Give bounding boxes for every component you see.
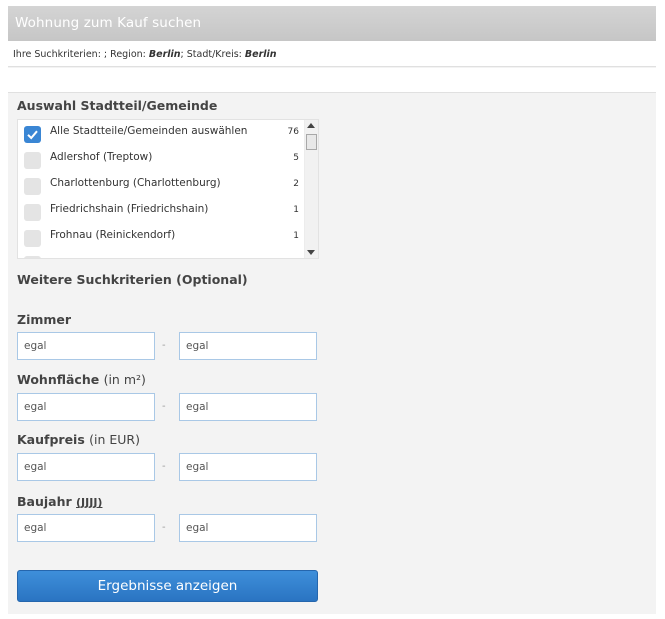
optional-section-title: Weitere Suchkriterien (Optional) <box>17 272 248 287</box>
rooms-label: Zimmer <box>17 312 71 327</box>
range-dash: - <box>162 461 166 472</box>
list-item-count: 2 <box>293 179 299 189</box>
list-item-label: Charlottenburg (Charlottenburg) <box>50 177 221 189</box>
list-item[interactable]: Frohnau (Reinickendorf) 1 <box>18 224 303 250</box>
checkbox[interactable] <box>24 256 41 258</box>
list-item-count: 1 <box>293 205 299 215</box>
year-from-input[interactable] <box>17 514 155 542</box>
year-to-input[interactable] <box>179 514 317 542</box>
criteria-prefix: Ihre Suchkriterien: ; Region: <box>13 49 149 60</box>
list-item-label: Alle Stadtteile/Gemeinden auswählen <box>50 125 248 137</box>
district-list[interactable]: Alle Stadtteile/Gemeinden auswählen 76 A… <box>17 119 319 259</box>
list-item-count: 76 <box>287 127 299 137</box>
list-item[interactable]: Adlershof (Treptow) 5 <box>18 146 303 172</box>
list-item[interactable]: Alle Stadtteile/Gemeinden auswählen 76 <box>18 120 303 146</box>
list-item-count: 1 <box>293 231 299 241</box>
price-from-input[interactable] <box>17 453 155 481</box>
scroll-down-arrow-icon[interactable] <box>307 250 315 255</box>
criteria-city: Berlin <box>244 49 277 60</box>
search-criteria-summary: Ihre Suchkriterien: ; Region: Berlin; St… <box>8 41 656 67</box>
year-label: Baujahr (JJJJ) <box>17 494 102 509</box>
list-scrollbar[interactable] <box>304 120 318 258</box>
search-panel: Wohnung zum Kauf suchen Ihre Suchkriteri… <box>8 6 656 614</box>
rooms-label-text: Zimmer <box>17 312 72 327</box>
price-to-input[interactable] <box>179 453 317 481</box>
price-label: Kaufpreis (in EUR) <box>17 432 140 447</box>
checkbox[interactable] <box>24 152 41 169</box>
show-results-button[interactable]: Ergebnisse anzeigen <box>17 570 318 602</box>
range-dash: - <box>162 522 166 533</box>
list-item-label: Frohnau (Reinickendorf) <box>50 229 176 241</box>
scroll-up-arrow-icon[interactable] <box>307 123 315 128</box>
list-item-label: Adlershof (Treptow) <box>50 151 153 163</box>
range-dash: - <box>162 401 166 412</box>
criteria-region: Berlin <box>148 49 181 60</box>
area-label-text: Wohnfläche <box>17 372 100 387</box>
check-icon <box>27 130 38 140</box>
area-unit: (in m²) <box>103 372 146 387</box>
list-item[interactable]: Charlottenburg (Charlottenburg) 2 <box>18 172 303 198</box>
rooms-to-input[interactable] <box>179 332 317 360</box>
year-label-text: Baujahr <box>17 494 72 509</box>
year-unit: (JJJJ) <box>76 496 103 509</box>
list-item-label: Friedrichshain (Friedrichshain) <box>50 203 209 215</box>
rooms-from-input[interactable] <box>17 332 155 360</box>
checkbox[interactable] <box>24 178 41 195</box>
list-item-partial[interactable] <box>18 250 303 258</box>
area-to-input[interactable] <box>179 393 317 421</box>
empty-bar <box>8 68 656 93</box>
scrollbar-thumb[interactable] <box>306 134 317 150</box>
range-dash: - <box>162 340 166 351</box>
page-title: Wohnung zum Kauf suchen <box>15 15 202 31</box>
list-item-count: 5 <box>293 153 299 163</box>
criteria-middle: ; Stadt/Kreis: <box>180 49 245 60</box>
checkbox-select-all[interactable] <box>24 126 41 143</box>
district-section-title: Auswahl Stadtteil/Gemeinde <box>17 98 218 113</box>
list-item[interactable]: Friedrichshain (Friedrichshain) 1 <box>18 198 303 224</box>
checkbox[interactable] <box>24 204 41 221</box>
area-label: Wohnfläche (in m²) <box>17 372 146 387</box>
price-label-text: Kaufpreis <box>17 432 85 447</box>
panel-header: Wohnung zum Kauf suchen <box>8 6 656 41</box>
checkbox[interactable] <box>24 230 41 247</box>
price-unit: (in EUR) <box>89 432 140 447</box>
area-from-input[interactable] <box>17 393 155 421</box>
